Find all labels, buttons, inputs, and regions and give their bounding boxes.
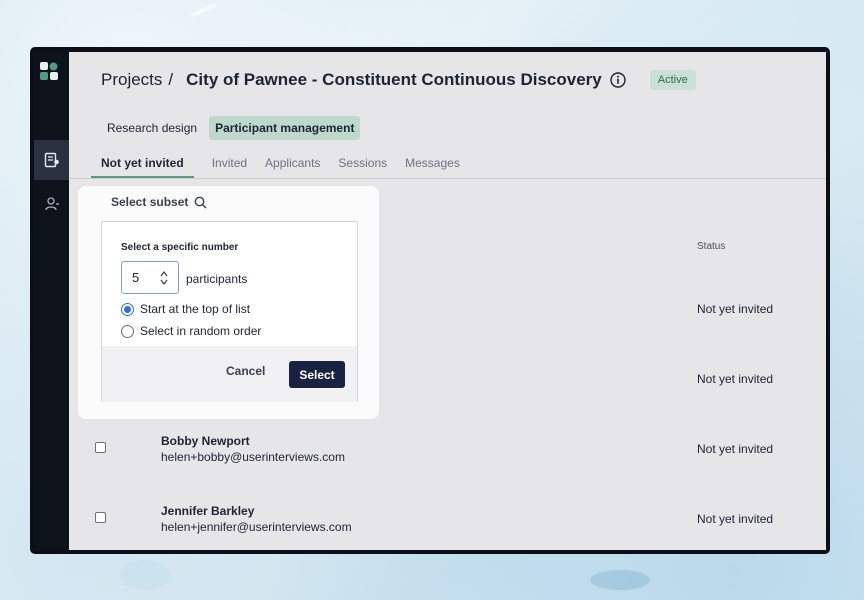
select-subset-panel: Select subset Select a specific number 5… <box>78 186 379 419</box>
app-logo-icon[interactable] <box>40 62 58 80</box>
breadcrumb-projects[interactable]: Projects <box>101 70 162 90</box>
tab-divider <box>69 178 826 179</box>
popup-footer: Cancel Select <box>102 346 357 402</box>
left-nav-rail <box>34 52 69 550</box>
participant-count-stepper[interactable]: 5 <box>121 261 179 294</box>
background-brush-stroke <box>590 570 650 590</box>
participant-name: Bobby Newport <box>161 434 250 448</box>
tab-sessions[interactable]: Sessions <box>338 156 387 178</box>
person-icon <box>44 197 59 211</box>
background-brush-stroke <box>190 2 218 18</box>
nav-projects[interactable] <box>34 140 69 180</box>
row-status: Not yet invited <box>697 372 774 386</box>
column-header-status: Status <box>697 241 726 252</box>
row-status: Not yet invited <box>697 302 774 316</box>
row-status: Not yet invited <box>697 512 774 526</box>
subtab-participant-management[interactable]: Participant management <box>209 116 361 140</box>
tab-messages[interactable]: Messages <box>405 156 460 178</box>
document-icon <box>44 152 59 168</box>
cancel-button[interactable]: Cancel <box>226 364 265 378</box>
search-icon <box>194 196 207 208</box>
background-brush-stroke <box>120 560 170 590</box>
tab-bar: Not yet invited Invited Applicants Sessi… <box>91 156 460 178</box>
row-checkbox[interactable] <box>95 442 106 453</box>
breadcrumb-separator: / <box>168 70 174 89</box>
title-row: Projects / City of Pawnee - Constituent … <box>101 70 696 90</box>
radio-start-top[interactable] <box>121 303 134 316</box>
tab-not-yet-invited[interactable]: Not yet invited <box>91 156 194 178</box>
select-number-popup: Select a specific number 5 participants … <box>101 221 358 402</box>
participant-count-unit: participants <box>186 272 248 286</box>
participant-email: helen+bobby@userinterviews.com <box>161 450 345 464</box>
select-subset-button[interactable]: Select subset <box>111 195 207 209</box>
tab-invited[interactable]: Invited <box>212 156 247 178</box>
info-icon[interactable] <box>610 72 626 88</box>
spinner-arrows-icon[interactable] <box>160 270 168 286</box>
radio-start-top-label[interactable]: Start at the top of list <box>140 302 250 316</box>
sub-tabs: Research design Participant management <box>101 116 361 140</box>
row-checkbox[interactable] <box>95 512 106 523</box>
participant-name: Jennifer Barkley <box>161 504 255 518</box>
row-status: Not yet invited <box>697 442 774 456</box>
page-title: City of Pawnee - Constituent Continuous … <box>186 70 602 89</box>
popup-title: Select a specific number <box>121 242 239 253</box>
tab-applicants[interactable]: Applicants <box>265 156 320 178</box>
status-badge: Active <box>649 70 696 90</box>
participant-email: helen+jennifer@userinterviews.com <box>161 520 352 534</box>
nav-participants[interactable] <box>34 190 69 218</box>
subtab-research-design[interactable]: Research design <box>101 116 203 140</box>
radio-random-order[interactable] <box>121 325 134 338</box>
select-subset-label: Select subset <box>111 195 189 209</box>
participant-count-value: 5 <box>132 270 140 285</box>
radio-random-order-label[interactable]: Select in random order <box>140 324 261 338</box>
select-button[interactable]: Select <box>289 361 345 388</box>
